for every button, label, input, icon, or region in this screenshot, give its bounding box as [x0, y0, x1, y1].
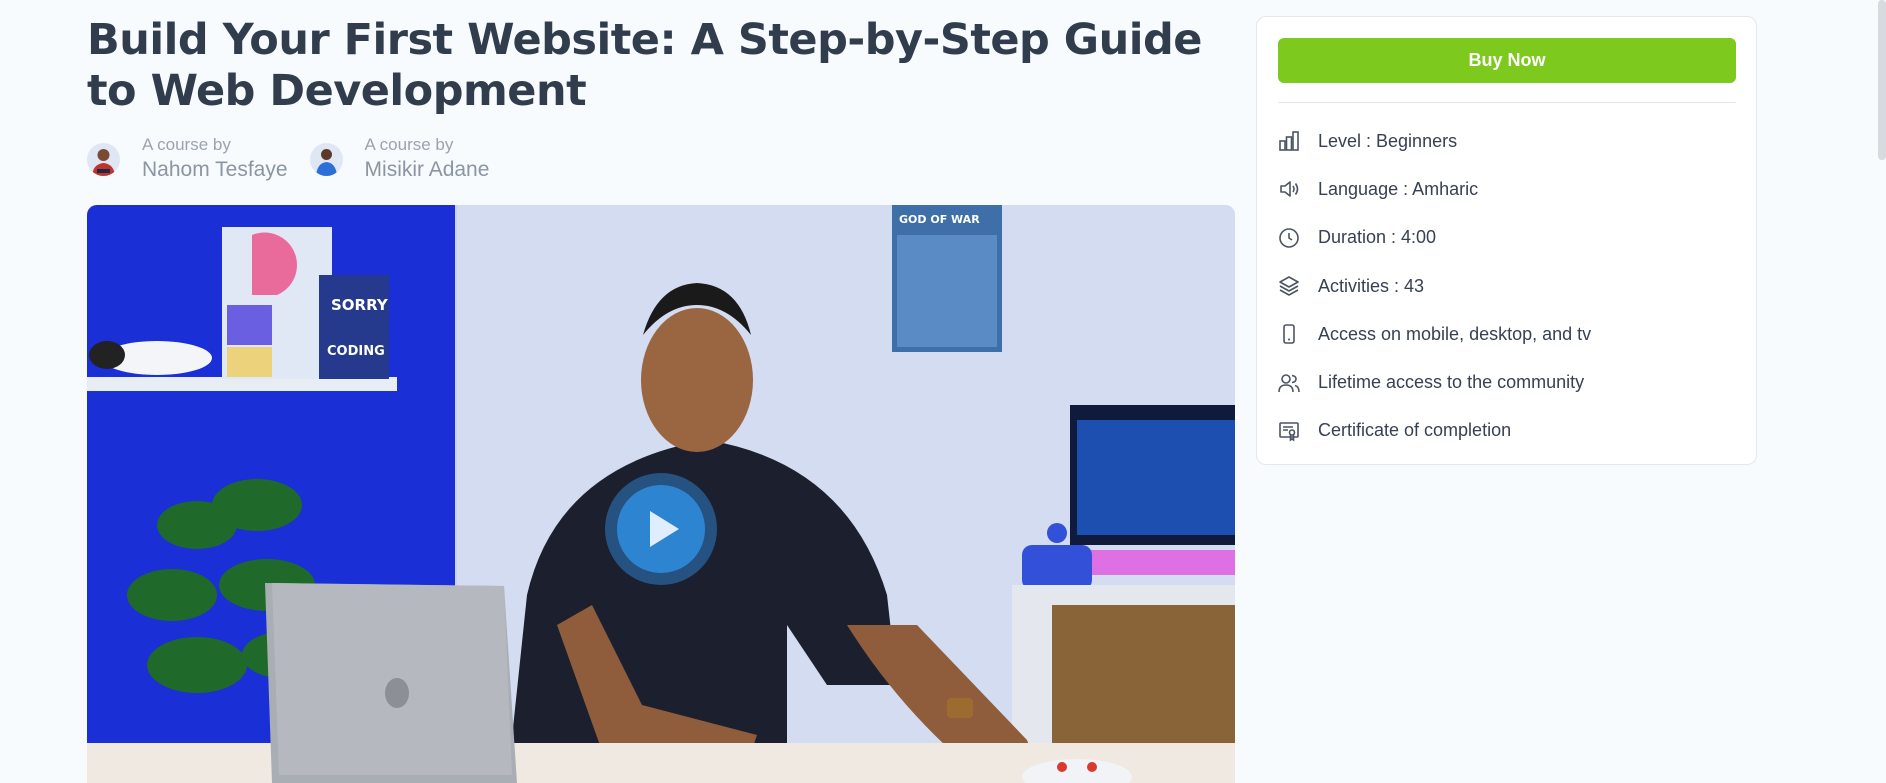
- mobile-icon: [1278, 323, 1300, 345]
- feature-text: Access on mobile, desktop, and tv: [1318, 323, 1592, 344]
- course-features-list: Level : Beginners Language : Amharic Dur…: [1278, 117, 1736, 455]
- feature-language: Language : Amharic: [1278, 165, 1736, 213]
- author-misikir[interactable]: A course by Misikir Adane: [309, 134, 490, 184]
- feature-text: Duration : 4:00: [1318, 227, 1437, 248]
- course-main: Build Your First Website: A Step-by-Step…: [87, 0, 1235, 783]
- poster-text: GOD OF WAR: [899, 213, 980, 226]
- speaker-icon: [1278, 178, 1300, 200]
- feature-activities: Activities : 43: [1278, 262, 1736, 310]
- users-icon: [1278, 372, 1300, 394]
- buy-now-button[interactable]: Buy Now: [1278, 38, 1736, 83]
- feature-text: Lifetime access to the community: [1318, 372, 1585, 393]
- clock-icon: [1278, 227, 1300, 249]
- feature-certificate: Certificate of completion: [1278, 407, 1736, 455]
- author-nahom[interactable]: A course by Nahom Tesfaye: [87, 134, 288, 184]
- feature-duration: Duration : 4:00: [1278, 214, 1736, 262]
- layers-icon: [1278, 275, 1300, 297]
- feature-community: Lifetime access to the community: [1278, 358, 1736, 406]
- feature-access-devices: Access on mobile, desktop, and tv: [1278, 310, 1736, 358]
- purchase-card: Buy Now Level : Beginners Language : Amh…: [1256, 16, 1757, 465]
- course-title: Build Your First Website: A Step-by-Step…: [87, 15, 1202, 116]
- author-avatar: [309, 142, 343, 176]
- author-name: Misikir Adane: [364, 158, 490, 181]
- certificate-icon: [1278, 420, 1300, 442]
- box-text: CODING: [327, 344, 385, 359]
- author-by-label: A course by: [364, 135, 454, 154]
- feature-text: Language : Amharic: [1318, 178, 1479, 199]
- page-scrollbar[interactable]: [1878, 0, 1886, 160]
- feature-text: Activities : 43: [1318, 275, 1425, 296]
- feature-text: Certificate of completion: [1318, 420, 1512, 441]
- feature-level: Level : Beginners: [1278, 117, 1736, 165]
- divider: [1278, 102, 1736, 103]
- level-bars-icon: [1278, 130, 1300, 152]
- video-thumbnail: SORRY CODING GOD OF WAR: [87, 205, 1235, 783]
- course-video-preview[interactable]: SORRY CODING GOD OF WAR: [87, 205, 1235, 783]
- author-name: Nahom Tesfaye: [142, 158, 288, 181]
- feature-text: Level : Beginners: [1318, 130, 1458, 151]
- author-avatar: [87, 142, 120, 176]
- course-authors: A course by Nahom Tesfaye A course by Mi…: [87, 134, 1235, 184]
- box-text: SORRY: [331, 296, 389, 314]
- author-by-label: A course by: [142, 135, 231, 154]
